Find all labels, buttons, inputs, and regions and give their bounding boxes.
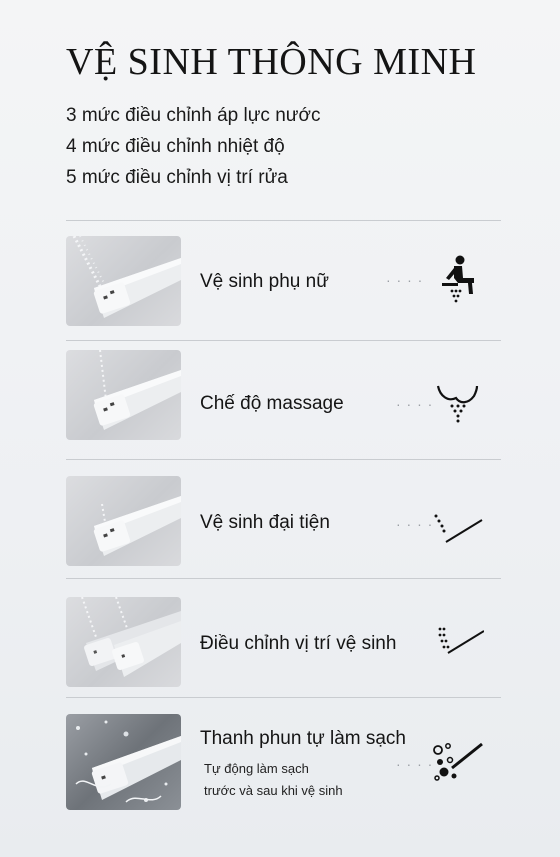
feature-description: Tự động làm sạch: [204, 761, 309, 776]
feature-label: Điều chỉnh vị trí vệ sinh: [200, 633, 397, 654]
feature-row-rear-wash: Vệ sinh đại tiện · · · ·: [66, 476, 501, 566]
divider: [66, 459, 501, 460]
dotted-leader: · · · ·: [396, 516, 434, 532]
page-title: VỆ SINH THÔNG MINH: [66, 41, 477, 83]
position-adjust-icon: [432, 619, 485, 671]
feature-label: Thanh phun tự làm sạch: [200, 728, 407, 749]
feature-row-massage: Chế độ massage · · · ·: [66, 350, 501, 440]
feature-label: Chế độ massage: [200, 393, 344, 414]
nozzle-photo: [66, 597, 181, 687]
divider: [66, 697, 501, 698]
spec-list: 3 mức điều chỉnh áp lực nước 4 mức điều …: [66, 100, 320, 193]
self-clean-nozzle-icon: [432, 738, 484, 790]
sitting-person-spray-icon: [432, 254, 484, 306]
feature-label: Vệ sinh đại tiện: [200, 512, 330, 533]
divider: [66, 340, 501, 341]
nozzle-photo: [66, 350, 181, 440]
feature-row-feminine-wash: Vệ sinh phụ nữ · · · ·: [66, 236, 501, 326]
nozzle-photo: [66, 476, 181, 566]
spec-item: 5 mức điều chỉnh vị trí rửa: [66, 167, 288, 188]
nozzle-photo: [66, 714, 181, 810]
divider: [66, 220, 501, 221]
divider: [66, 578, 501, 579]
dotted-leader: · · · ·: [386, 272, 424, 288]
feature-row-position-adjust: Điều chỉnh vị trí vệ sinh: [66, 597, 501, 687]
feature-label: Vệ sinh phụ nữ: [200, 271, 329, 292]
feature-row-self-clean: Thanh phun tự làm sạch Tự động làm sạch …: [66, 714, 501, 814]
dotted-leader: · · · ·: [396, 756, 434, 772]
spec-item: 3 mức điều chỉnh áp lực nước: [66, 105, 321, 126]
spec-item: 4 mức điều chỉnh nhiệt độ: [66, 136, 285, 157]
dotted-leader: · · · ·: [396, 396, 434, 412]
massage-spray-icon: [432, 380, 484, 432]
feature-description: trước và sau khi vệ sinh: [204, 783, 343, 798]
nozzle-photo: [66, 236, 181, 326]
rear-spray-icon: [432, 502, 484, 554]
